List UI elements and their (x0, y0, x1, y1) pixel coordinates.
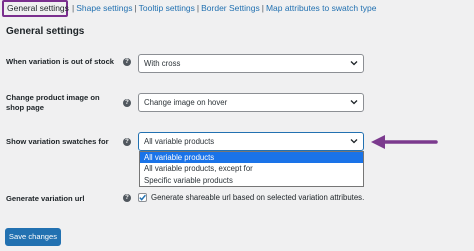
product-image-label-line2: shop page (6, 103, 44, 112)
dropdown-option-specific[interactable]: Specific variable products (140, 175, 363, 186)
chevron-down-icon (350, 139, 358, 144)
product-image-select-value: Change image on hover (144, 98, 228, 107)
question-circle-icon[interactable]: ? (123, 194, 131, 202)
section-title: General settings (6, 26, 85, 37)
tab-border-settings[interactable]: Border Settings (201, 3, 260, 13)
out-of-stock-select-value: With cross (144, 59, 181, 68)
arrow-left-icon (371, 135, 438, 149)
tab-links: | Shape settings | Tooltip settings | Border … (70, 3, 377, 13)
product-image-label-line1: Change product image on (6, 93, 100, 102)
variation-url-label: Generate variation url (6, 194, 85, 203)
out-of-stock-select[interactable]: With cross (138, 54, 364, 73)
save-changes-button[interactable]: Save changes (5, 228, 61, 246)
tab-shape-settings[interactable]: Shape settings (76, 3, 132, 13)
question-circle-icon[interactable]: ? (123, 58, 131, 66)
chevron-down-icon (350, 61, 358, 66)
dropdown-option-all-except[interactable]: All variable products, except for (140, 163, 363, 174)
question-circle-icon[interactable]: ? (123, 138, 131, 146)
chevron-down-icon (350, 100, 358, 105)
out-of-stock-label: When variation is out of stock (6, 57, 115, 66)
show-swatches-select-value: All variable products (144, 137, 215, 146)
product-image-select[interactable]: Change image on hover (138, 93, 364, 112)
tab-general-settings[interactable]: General settings (2, 0, 69, 17)
variation-url-checkbox-label: Generate shareable url based on selected… (151, 193, 365, 202)
show-swatches-dropdown: All variable products All variable produ… (139, 151, 364, 187)
variation-url-checkbox[interactable] (138, 193, 147, 202)
tab-tooltip-settings[interactable]: Tooltip settings (139, 3, 195, 13)
checkmark-icon (139, 194, 146, 201)
dropdown-option-all-variable[interactable]: All variable products (140, 152, 363, 164)
product-image-label: Change product image on shop page (6, 93, 100, 113)
question-circle-icon[interactable]: ? (123, 99, 131, 107)
show-swatches-select[interactable]: All variable products (138, 132, 364, 151)
tab-map-attributes[interactable]: Map attributes to swatch type (266, 3, 377, 13)
show-swatches-label: Show variation swatches for (6, 137, 109, 146)
